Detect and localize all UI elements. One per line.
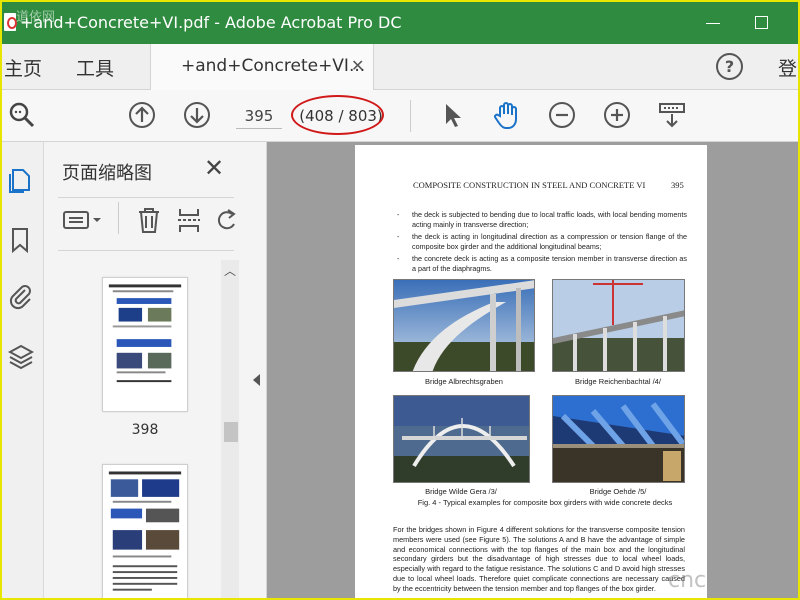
bridge-photo xyxy=(393,395,530,483)
hand-tool-icon[interactable] xyxy=(491,99,523,131)
photo-caption: Bridge Wilde Gera /3/ xyxy=(425,487,497,496)
highlight-ellipse xyxy=(291,95,384,135)
site-watermark: 道依网 xyxy=(16,10,56,25)
extract-page-icon[interactable] xyxy=(176,206,202,238)
thumbnail-tools xyxy=(58,202,248,238)
running-header: COMPOSITE CONSTRUCTION IN STEEL AND CONC… xyxy=(413,180,646,190)
bridge-photo xyxy=(393,279,535,372)
page-thumbnail[interactable] xyxy=(102,464,188,598)
page-thumbnails-icon[interactable] xyxy=(8,166,34,194)
zoom-search-icon[interactable] xyxy=(6,99,38,131)
next-page-icon[interactable] xyxy=(181,99,213,131)
chevron-up-icon[interactable]: ︿ xyxy=(224,262,236,279)
acrobat-app-icon xyxy=(4,13,17,31)
thumbnails-panel-title: 页面缩略图 xyxy=(62,163,152,184)
bullet-text: the deck is acting in longitudinal direc… xyxy=(412,232,687,251)
page-thumbnail[interactable] xyxy=(102,277,188,412)
zoom-in-icon[interactable] xyxy=(601,99,633,131)
left-navigation-rail xyxy=(2,142,44,598)
maximize-button[interactable] xyxy=(750,12,774,34)
scroll-mode-icon[interactable] xyxy=(656,99,688,131)
bridge-photo xyxy=(552,395,685,483)
tab-home[interactable]: 主页 xyxy=(4,54,42,81)
body-paragraph: For the bridges shown in Figure 4 differ… xyxy=(393,525,685,593)
options-menu-icon[interactable] xyxy=(62,208,106,236)
bridge-photo xyxy=(552,279,685,372)
tab-bar: 主页 工具 +and+Concrete+VI... ✕ ? 登 xyxy=(2,44,798,90)
select-cursor-icon[interactable] xyxy=(436,99,468,131)
scrollbar-thumb[interactable] xyxy=(224,422,238,442)
photo-caption: Bridge Albrechtsgraben xyxy=(425,377,503,386)
previous-page-icon[interactable] xyxy=(126,99,158,131)
help-icon[interactable]: ? xyxy=(716,53,743,80)
page-number-input[interactable]: 395 xyxy=(236,103,282,129)
document-tab-label: +and+Concrete+VI... xyxy=(181,56,366,76)
tab-tools[interactable]: 工具 xyxy=(76,54,114,81)
window-frame: +and+Concrete+VI.pdf - Adobe Acrobat Pro… xyxy=(0,0,800,600)
window-title: +and+Concrete+VI.pdf - Adobe Acrobat Pro… xyxy=(20,13,402,32)
delete-page-icon[interactable] xyxy=(136,206,162,238)
tool-divider xyxy=(118,202,119,234)
panel-divider xyxy=(58,197,234,198)
minimize-button[interactable] xyxy=(702,12,726,34)
layers-icon[interactable] xyxy=(7,342,35,370)
signin-link[interactable]: 登 xyxy=(778,54,797,81)
bullet-item: - the concrete deck is acting as a compos… xyxy=(397,254,687,273)
photo-caption: Bridge Oehde /5/ xyxy=(589,487,647,496)
collapse-arrow-icon[interactable] xyxy=(253,374,260,386)
bullet-text: the deck is subjected to bending due to … xyxy=(412,210,687,229)
toolbar-divider xyxy=(410,100,411,132)
thumbnail-scrollbar[interactable]: ︿ xyxy=(221,260,239,598)
tab-document[interactable]: +and+Concrete+VI... ✕ xyxy=(150,44,374,90)
close-tab-icon[interactable]: ✕ xyxy=(351,56,364,75)
main-toolbar: 395 (408 / 803) xyxy=(2,90,798,142)
rotate-page-icon[interactable] xyxy=(214,206,240,238)
thumbnails-panel: 页面缩略图 ✕ 398 ︿ xyxy=(44,142,249,598)
page-number: 395 xyxy=(671,180,684,190)
pdf-page: COMPOSITE CONSTRUCTION IN STEEL AND CONC… xyxy=(355,145,707,598)
attachments-icon[interactable] xyxy=(8,282,34,310)
panel-splitter[interactable] xyxy=(249,142,267,598)
title-bar: +and+Concrete+VI.pdf - Adobe Acrobat Pro… xyxy=(2,2,798,44)
photo-caption: Bridge Reichenbachtal /4/ xyxy=(575,377,661,386)
document-viewport[interactable]: COMPOSITE CONSTRUCTION IN STEEL AND CONC… xyxy=(267,142,798,598)
figure-caption: Fig. 4 - Typical examples for composite … xyxy=(417,498,673,507)
panel-divider-2 xyxy=(58,250,234,251)
close-panel-icon[interactable]: ✕ xyxy=(204,154,224,182)
thumbnail-page-label: 398 xyxy=(131,422,159,438)
bullet-text: the concrete deck is acting as a composi… xyxy=(412,254,687,273)
bullet-item: - the deck is subjected to bending due to… xyxy=(397,210,687,229)
zoom-out-icon[interactable] xyxy=(546,99,578,131)
corner-watermark: cnc xyxy=(668,568,707,593)
bullet-item: - the deck is acting in longitudinal dire… xyxy=(397,232,687,251)
bookmarks-icon[interactable] xyxy=(8,226,34,254)
